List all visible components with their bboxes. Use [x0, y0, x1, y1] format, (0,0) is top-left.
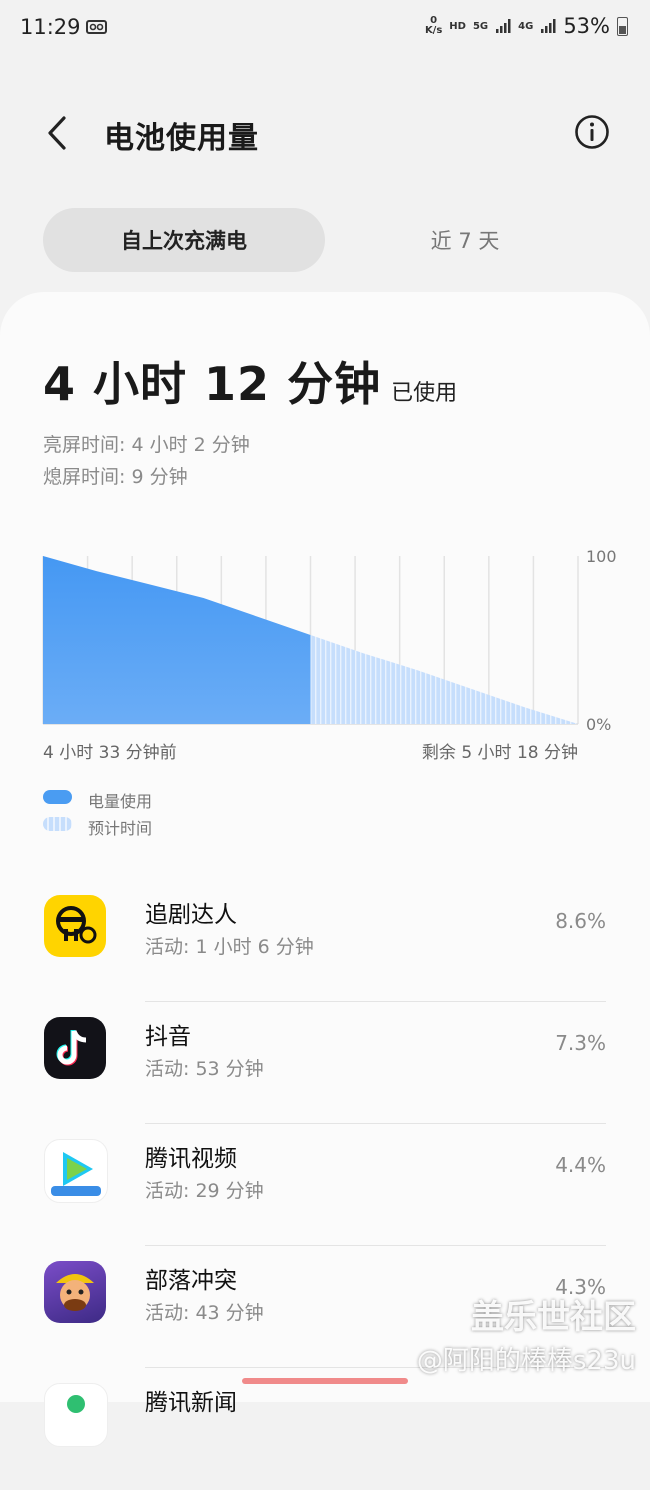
- app-activity: 活动: 29 分钟: [145, 1180, 264, 1202]
- app-activity: 活动: 43 分钟: [145, 1302, 264, 1324]
- app-activity: 活动: 53 分钟: [145, 1058, 264, 1080]
- douyin-app-icon: [44, 1017, 106, 1079]
- app-name: 追剧达人: [145, 902, 237, 928]
- y-tick-top: 100: [586, 547, 617, 566]
- battery-percent: 53%: [563, 14, 610, 38]
- vr-icon: [86, 20, 107, 34]
- legend-label-usage: 电量使用: [88, 792, 153, 811]
- sim1-5g-icon: 5G: [472, 20, 489, 32]
- x-start-label: 4 小时 33 分钟前: [43, 743, 177, 763]
- info-icon[interactable]: [574, 114, 610, 150]
- signal-icon-2: [541, 19, 556, 33]
- tencent-video-app-icon: [44, 1139, 108, 1203]
- hd-icon: HD: [449, 20, 466, 32]
- app-percent: 7.3%: [555, 1031, 606, 1055]
- zhuiju-app-icon: [44, 895, 106, 957]
- app-name: 抖音: [145, 1024, 191, 1050]
- watermark-title: 盖乐世社区: [471, 1297, 636, 1336]
- y-tick-bottom: 0%: [586, 715, 611, 734]
- app-name: 腾讯新闻: [145, 1390, 237, 1416]
- usage-summary: 4 小时 12 分钟 已使用: [43, 348, 457, 414]
- network-speed: 0 K/s: [424, 15, 443, 36]
- back-arrow-icon[interactable]: [44, 112, 74, 154]
- x-end-label: 剩余 5 小时 18 分钟: [421, 743, 578, 763]
- legend-swatch-estimate: [43, 817, 72, 831]
- app-row-douyin[interactable]: 抖音 活动: 53 分钟 7.3%: [0, 1002, 650, 1124]
- app-row-tencent-news[interactable]: 腾讯新闻: [0, 1368, 650, 1490]
- app-row-tencent-video[interactable]: 腾讯视频 活动: 29 分钟 4.4%: [0, 1124, 650, 1246]
- watermark-author: @阿阳的棒棒s23u: [416, 1346, 636, 1376]
- screen-on-time: 亮屏时间: 4 小时 2 分钟: [43, 434, 250, 456]
- battery-icon: [617, 16, 628, 36]
- legend-label-estimate: 预计时间: [88, 819, 153, 838]
- status-bar: 11:29 0 K/s HD 5G 4G 53%: [0, 0, 650, 56]
- signal-icon: [496, 19, 511, 33]
- status-time: 11:29: [20, 15, 81, 39]
- usage-total: 4 小时 12 分钟: [43, 357, 382, 411]
- app-percent: 8.6%: [555, 909, 606, 933]
- screen-off-time: 熄屏时间: 9 分钟: [43, 466, 188, 488]
- clash-of-clans-app-icon: [44, 1261, 106, 1323]
- battery-chart: 100 0%: [42, 547, 617, 734]
- sim2-4g-icon: 4G: [518, 20, 534, 32]
- page-title: 电池使用量: [104, 121, 259, 156]
- tab-last-7-days[interactable]: 近 7 天: [340, 208, 590, 272]
- app-activity: 活动: 1 小时 6 分钟: [145, 936, 314, 958]
- app-percent: 4.4%: [555, 1153, 606, 1177]
- app-name: 腾讯视频: [145, 1146, 237, 1172]
- usage-suffix: 已使用: [391, 381, 458, 406]
- tencent-news-app-icon: [44, 1383, 108, 1447]
- status-icons: 0 K/s HD 5G 4G 53%: [425, 14, 628, 38]
- app-row-zhuiju[interactable]: 追剧达人 活动: 1 小时 6 分钟 8.6%: [0, 880, 650, 1002]
- home-indicator[interactable]: [242, 1378, 408, 1384]
- tab-since-full-charge[interactable]: 自上次充满电: [43, 208, 325, 272]
- app-name: 部落冲突: [145, 1268, 237, 1294]
- legend-swatch-usage: [43, 790, 72, 804]
